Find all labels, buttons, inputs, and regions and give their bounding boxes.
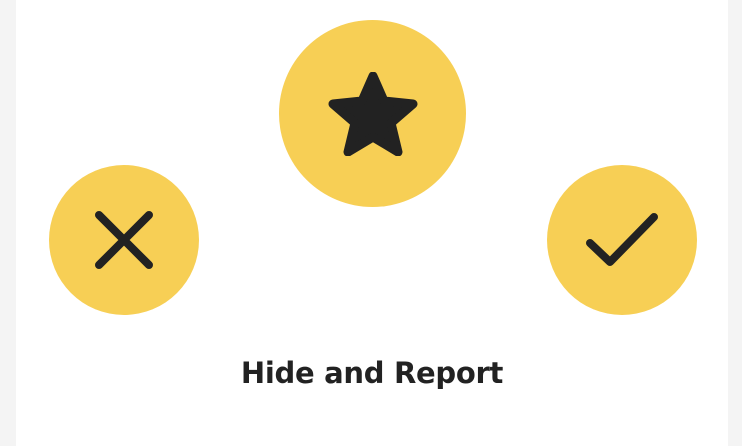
favorite-button[interactable] <box>279 20 466 207</box>
action-card: Hide and Report <box>16 0 728 446</box>
dismiss-button[interactable] <box>49 165 199 315</box>
star-icon <box>327 71 419 156</box>
action-label: Hide and Report <box>240 356 504 390</box>
confirm-button[interactable] <box>547 165 697 315</box>
check-icon <box>584 211 660 269</box>
close-icon <box>93 209 155 271</box>
